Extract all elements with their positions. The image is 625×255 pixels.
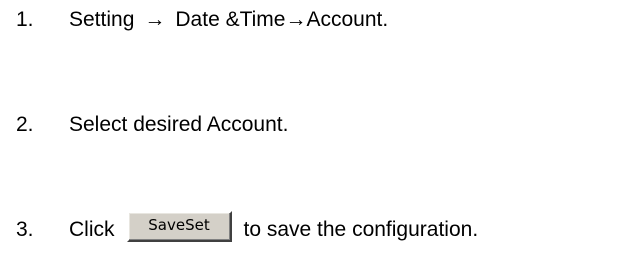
step-text: Setting → Date &Time → Account. xyxy=(69,8,388,32)
step-text: Select desired Account. xyxy=(69,113,289,136)
click-label: Click xyxy=(69,218,115,241)
step-number: 3. xyxy=(16,218,34,241)
saveset-button[interactable]: SaveSet xyxy=(126,210,232,242)
save-description: to save the configuration. xyxy=(243,218,479,241)
step-text: Click SaveSet to save the configuration. xyxy=(69,210,479,246)
menu-date-time: Date &Time xyxy=(175,8,286,31)
menu-account: Account. xyxy=(306,8,389,31)
step-number: 2. xyxy=(16,113,34,136)
step-number: 1. xyxy=(16,8,34,31)
menu-setting: Setting xyxy=(69,8,135,31)
right-arrow-icon: → xyxy=(285,8,307,31)
right-arrow-icon: → xyxy=(144,8,166,31)
